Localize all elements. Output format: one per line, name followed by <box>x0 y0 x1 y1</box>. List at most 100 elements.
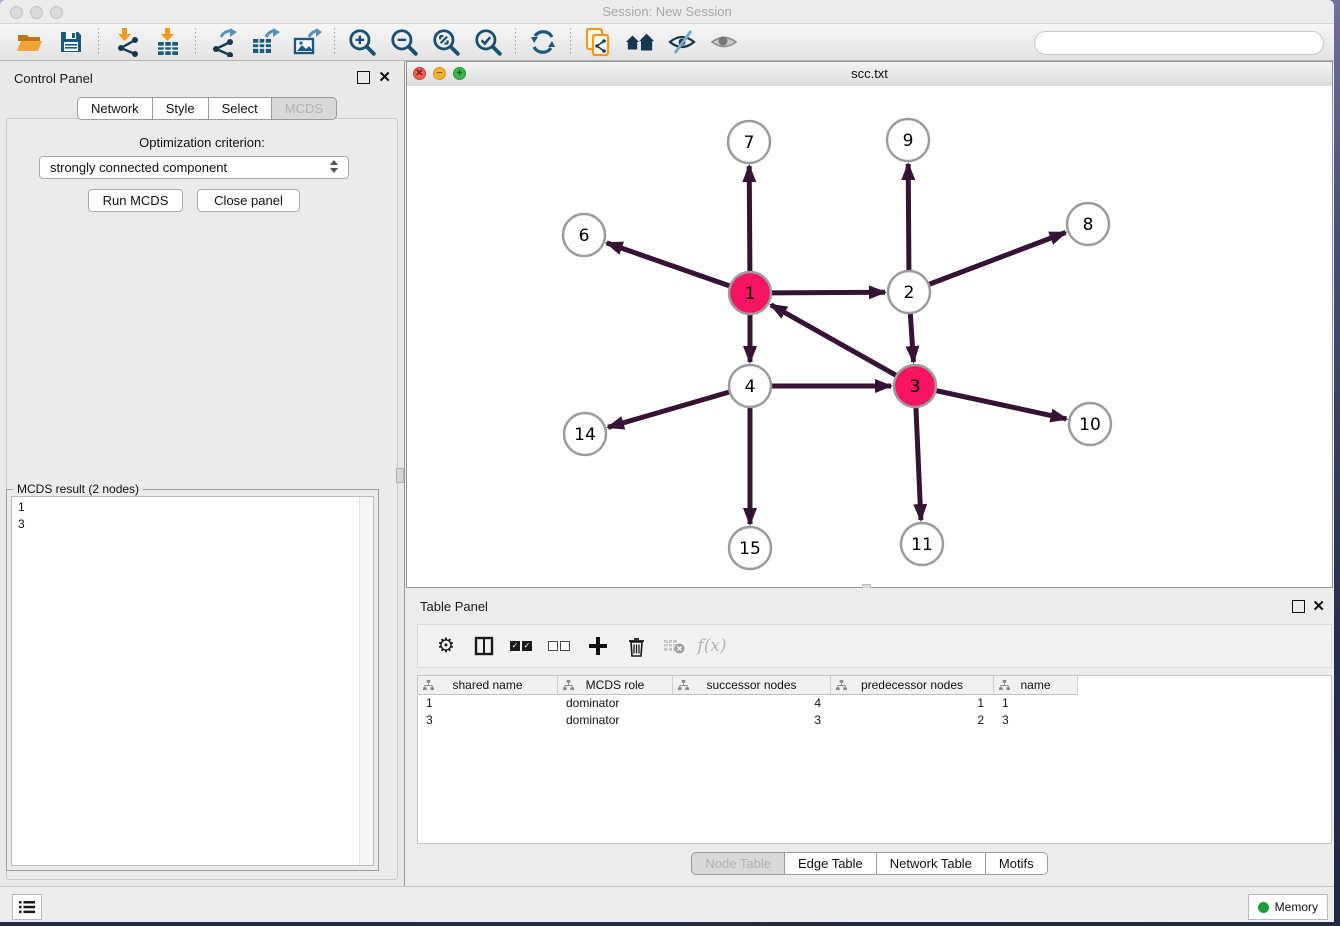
edge-3-11[interactable] <box>916 407 921 520</box>
node-14[interactable]: 14 <box>564 413 606 455</box>
gear-icon: ⚙ <box>437 636 455 656</box>
mcds-result-area[interactable]: 1 3 <box>11 496 374 866</box>
tab-node-table[interactable]: Node Table <box>691 852 785 875</box>
network-view-window: ✕ − + scc.txt 7 9 6 8 1 2 4 3 14 10 15 11 <box>406 61 1333 588</box>
unselect-all-columns-button[interactable] <box>548 634 572 658</box>
edge-3-1[interactable] <box>771 305 897 376</box>
show-columns-button[interactable] <box>472 634 496 658</box>
table-cell[interactable]: 3 <box>673 712 831 729</box>
table-options-button[interactable]: ⚙ <box>434 634 458 658</box>
column-header-name[interactable]: name <box>994 676 1078 695</box>
edge-2-3[interactable] <box>910 313 913 362</box>
import-table-button[interactable] <box>153 27 183 57</box>
export-image-button[interactable] <box>292 27 322 57</box>
node-8[interactable]: 8 <box>1067 203 1109 245</box>
table-cell[interactable]: dominator <box>558 712 673 729</box>
tab-mcds[interactable]: MCDS <box>272 97 337 120</box>
node-11[interactable]: 11 <box>901 523 943 565</box>
search-input[interactable] <box>1034 31 1324 55</box>
table-body: 1dominator4113dominator323 <box>418 695 1331 729</box>
table-cell[interactable]: 1 <box>831 695 994 712</box>
node-9[interactable]: 9 <box>887 119 929 161</box>
table-cell[interactable]: 2 <box>831 712 994 729</box>
node-2[interactable]: 2 <box>888 271 930 313</box>
result-scrollbar[interactable] <box>359 497 373 865</box>
table-row[interactable]: 1dominator411 <box>418 695 1331 712</box>
column-header-mcds-role[interactable]: MCDS role <box>558 676 673 695</box>
node-4[interactable]: 4 <box>729 365 771 407</box>
zoom-in-button[interactable] <box>347 27 377 57</box>
tab-style[interactable]: Style <box>153 97 209 120</box>
delete-column-button[interactable] <box>624 634 648 658</box>
node-1[interactable]: 1 <box>729 272 771 314</box>
toolbar-separator <box>195 28 196 56</box>
home-layout-button[interactable] <box>625 27 655 57</box>
save-session-button[interactable] <box>56 27 86 57</box>
column-header-shared-name[interactable]: shared name <box>418 676 558 695</box>
node-3[interactable]: 3 <box>894 365 936 407</box>
copy-network-button[interactable] <box>583 27 613 57</box>
close-panel-icon[interactable]: ✕ <box>378 71 391 84</box>
column-header-predecessor-nodes[interactable]: predecessor nodes <box>831 676 994 695</box>
table-cell[interactable]: 1 <box>994 695 1078 712</box>
table-cell[interactable]: dominator <box>558 695 673 712</box>
save-icon <box>58 29 84 55</box>
edge-2-9[interactable] <box>908 164 909 271</box>
edge-3-10[interactable] <box>936 391 1067 419</box>
network-window-titlebar[interactable]: ✕ − + scc.txt <box>407 62 1332 87</box>
zoom-selected-button[interactable] <box>473 27 503 57</box>
close-panel-icon[interactable]: ✕ <box>1312 600 1325 613</box>
delete-table-button[interactable] <box>662 634 686 658</box>
float-panel-icon[interactable] <box>357 71 370 84</box>
table-cell[interactable]: 3 <box>418 712 558 729</box>
create-column-button[interactable] <box>586 634 610 658</box>
memory-button[interactable]: Memory <box>1248 894 1328 920</box>
show-graphics-button[interactable] <box>709 27 739 57</box>
zoom-out-button[interactable] <box>389 27 419 57</box>
close-panel-button[interactable]: Close panel <box>197 189 300 212</box>
task-history-button[interactable] <box>12 894 42 920</box>
edge-4-14[interactable] <box>608 392 730 427</box>
tab-edge-table[interactable]: Edge Table <box>785 852 877 875</box>
select-all-columns-button[interactable]: ✓ ✓ <box>510 634 534 658</box>
open-session-button[interactable] <box>14 27 44 57</box>
tab-select[interactable]: Select <box>209 97 272 120</box>
table-row[interactable]: 3dominator323 <box>418 712 1331 729</box>
export-table-button[interactable] <box>250 27 280 57</box>
edge-2-8[interactable] <box>929 233 1066 285</box>
node-6[interactable]: 6 <box>563 214 605 256</box>
table-toolbar: ⚙ ✓ ✓ <box>417 624 1332 668</box>
column-header-successor-nodes[interactable]: successor nodes <box>673 676 831 695</box>
function-builder-button[interactable]: f(x) <box>700 634 724 658</box>
graph-canvas[interactable]: 7 9 6 8 1 2 4 3 14 10 15 11 <box>407 86 1332 587</box>
splitter-handle[interactable] <box>396 468 404 483</box>
criterion-select[interactable]: strongly connected component <box>39 156 349 179</box>
edge-1-7[interactable] <box>749 166 750 272</box>
run-mcds-button[interactable]: Run MCDS <box>88 189 183 212</box>
edge-1-6[interactable] <box>607 243 731 286</box>
node-7[interactable]: 7 <box>728 121 770 163</box>
svg-text:9: 9 <box>903 131 914 151</box>
export-network-button[interactable] <box>208 27 238 57</box>
import-network-icon <box>111 27 141 57</box>
tab-network[interactable]: Network <box>77 97 153 120</box>
toolbar-separator <box>334 28 335 56</box>
mcds-result-text: 1 3 <box>12 497 373 535</box>
table-cell[interactable]: 1 <box>418 695 558 712</box>
import-network-button[interactable] <box>111 27 141 57</box>
zoom-fit-button[interactable] <box>431 27 461 57</box>
tab-network-table[interactable]: Network Table <box>877 852 986 875</box>
edge-1-2[interactable] <box>771 292 885 293</box>
table-cell[interactable]: 3 <box>994 712 1078 729</box>
delete-table-icon <box>663 637 685 655</box>
node-10[interactable]: 10 <box>1069 403 1111 445</box>
node-15[interactable]: 15 <box>729 527 771 569</box>
table-cell[interactable]: 4 <box>673 695 831 712</box>
refresh-button[interactable] <box>528 27 558 57</box>
float-panel-icon[interactable] <box>1292 600 1305 613</box>
titlebar: Session: New Session <box>0 0 1334 23</box>
checked-box-icon: ✓ <box>510 641 520 651</box>
hide-graphics-button[interactable] <box>667 27 697 57</box>
app-window: Session: New Session <box>0 0 1334 922</box>
tab-motifs[interactable]: Motifs <box>986 852 1048 875</box>
